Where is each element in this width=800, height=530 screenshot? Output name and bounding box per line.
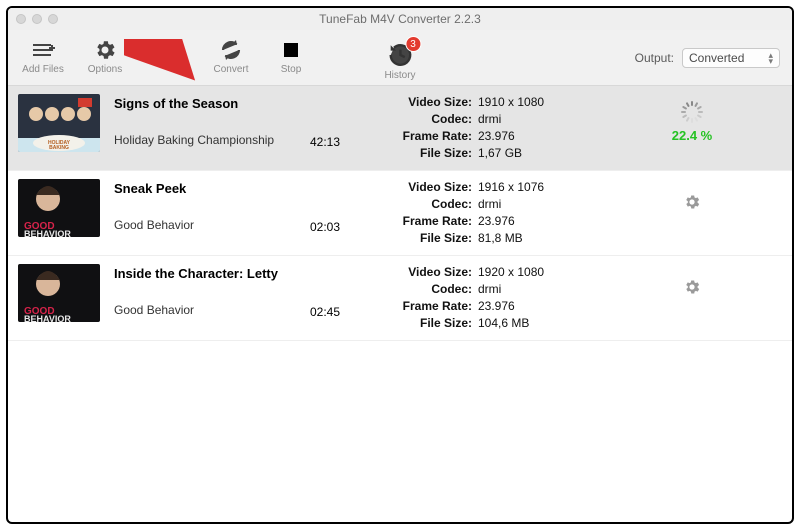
meta-key: Codec: [386,196,478,213]
item-title: Signs of the Season [114,96,304,111]
toolbar-group-middle: Convert Stop [208,38,314,75]
video-list: HOLIDAY BAKING Signs of the Season Holid… [8,86,792,341]
output-selector-area: Output: Converted ▴▾ [635,48,780,68]
output-value: Converted [689,51,744,65]
meta-key: Frame Rate: [386,298,478,315]
thumbnail: GOOD BEHAVIOR [18,264,100,322]
item-duration: 02:03 [310,192,380,234]
history-label: History [384,70,415,81]
settings-gear-icon[interactable] [683,193,701,211]
list-item[interactable]: GOOD BEHAVIOR Sneak Peek Good Behavior 0… [8,171,792,256]
window-title: TuneFab M4V Converter 2.2.3 [8,12,792,26]
spinner-icon [680,100,704,124]
history-icon: 3 [387,42,413,68]
item-titles: Signs of the Season Holiday Baking Champ… [114,94,304,147]
item-status: 22.4 % [602,94,782,143]
meta-val: drmi [478,196,501,213]
options-label: Options [88,64,122,75]
options-button[interactable]: Options [82,38,128,75]
gear-icon [93,38,117,62]
list-item[interactable]: GOOD BEHAVIOR Inside the Character: Lett… [8,256,792,341]
meta-val: 23.976 [478,298,515,315]
stop-button[interactable]: Stop [268,38,314,75]
meta-val: 23.976 [478,128,515,145]
meta-key: Frame Rate: [386,128,478,145]
meta-val: 81,8 MB [478,230,523,247]
item-status [602,264,782,296]
item-duration: 02:45 [310,277,380,319]
meta-key: Frame Rate: [386,213,478,230]
add-files-label: Add Files [22,64,64,75]
item-subtitle: Holiday Baking Championship [114,133,304,147]
meta-key: File Size: [386,230,478,247]
app-window: TuneFab M4V Converter 2.2.3 Add Files Op… [6,6,794,524]
meta-val: 1920 x 1080 [478,264,544,281]
history-badge: 3 [405,36,421,52]
meta-key: Video Size: [386,94,478,111]
stop-label: Stop [281,64,302,75]
meta-val: drmi [478,281,501,298]
meta-key: Video Size: [386,179,478,196]
add-files-button[interactable]: Add Files [20,38,66,75]
item-subtitle: Good Behavior [114,218,304,232]
svg-text:BAKING: BAKING [49,145,69,151]
output-select[interactable]: Converted ▴▾ [682,48,780,68]
meta-val: 104,6 MB [478,315,529,332]
meta-key: File Size: [386,315,478,332]
meta-val: 1916 x 1076 [478,179,544,196]
history-button[interactable]: 3 History [384,42,415,81]
item-duration: 42:13 [310,107,380,149]
item-title: Sneak Peek [114,181,304,196]
svg-text:BEHAVIOR: BEHAVIOR [24,229,71,237]
chevron-up-down-icon: ▴▾ [768,52,773,64]
meta-val: 23.976 [478,213,515,230]
add-files-icon [31,38,55,62]
stop-icon [279,38,303,62]
title-bar: TuneFab M4V Converter 2.2.3 [8,8,792,30]
item-subtitle: Good Behavior [114,303,304,317]
meta-key: Codec: [386,281,478,298]
item-status [602,179,782,211]
meta-val: 1,67 GB [478,145,522,162]
convert-button[interactable]: Convert [208,38,254,75]
thumbnail: GOOD BEHAVIOR [18,179,100,237]
svg-text:BEHAVIOR: BEHAVIOR [24,314,71,322]
list-item[interactable]: HOLIDAY BAKING Signs of the Season Holid… [8,86,792,171]
meta-key: File Size: [386,145,478,162]
settings-gear-icon[interactable] [683,278,701,296]
item-title: Inside the Character: Letty [114,266,304,281]
item-meta: Video Size:1916 x 1076 Codec:drmi Frame … [386,179,596,247]
toolbar-group-left: Add Files Options [20,38,128,75]
item-titles: Inside the Character: Letty Good Behavio… [114,264,304,317]
convert-icon [219,38,243,62]
meta-key: Video Size: [386,264,478,281]
item-meta: Video Size:1910 x 1080 Codec:drmi Frame … [386,94,596,162]
convert-label: Convert [213,64,248,75]
item-titles: Sneak Peek Good Behavior [114,179,304,232]
meta-val: 1910 x 1080 [478,94,544,111]
output-label: Output: [635,51,674,65]
meta-key: Codec: [386,111,478,128]
annotation-arrow [124,39,204,85]
meta-val: drmi [478,111,501,128]
thumbnail: HOLIDAY BAKING [18,94,100,152]
toolbar: Add Files Options Convert Stop [8,30,792,86]
item-meta: Video Size:1920 x 1080 Codec:drmi Frame … [386,264,596,332]
progress-percent: 22.4 % [672,128,712,143]
